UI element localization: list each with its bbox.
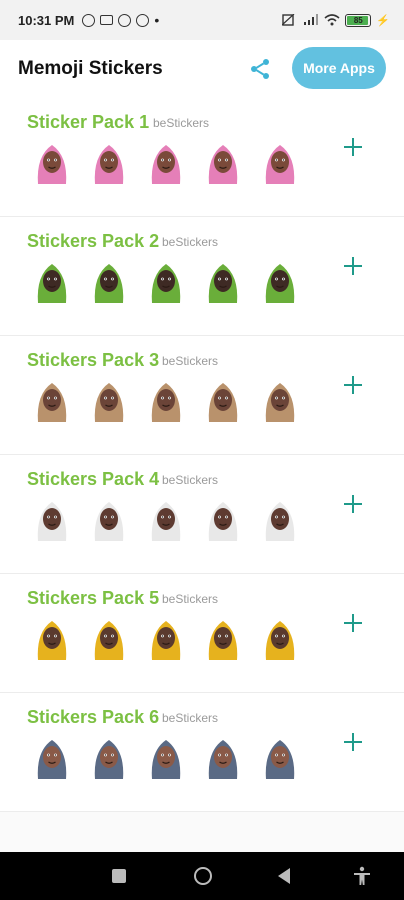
memoji-sticker-icon: [151, 383, 181, 422]
memoji-sticker-icon: [208, 264, 238, 303]
recents-button[interactable]: [112, 869, 126, 883]
memoji-sticker-icon: [151, 740, 181, 779]
status-bar: 10:31 PM • 85 ⚡: [0, 0, 404, 40]
notification-icon: [118, 13, 132, 27]
memoji-sticker-icon: [37, 145, 67, 184]
more-apps-button[interactable]: More Apps: [292, 47, 386, 89]
sticker-preview-row: [32, 259, 300, 303]
memoji-sticker-icon: [265, 502, 295, 541]
pack-title: Stickers Pack 6: [27, 707, 160, 727]
memoji-sticker-icon: [151, 145, 181, 184]
pack-author: beStickers: [162, 354, 219, 368]
memoji-sticker-icon: [94, 383, 124, 422]
add-pack-button[interactable]: [342, 612, 364, 634]
pack-author: beStickers: [162, 235, 219, 249]
memoji-sticker-icon: [37, 740, 67, 779]
add-pack-button[interactable]: [342, 374, 364, 396]
navigation-bar: [0, 852, 404, 900]
sticker-pack-row[interactable]: Sticker Pack 1 beStickers: [0, 98, 404, 217]
sticker-pack-row[interactable]: Stickers Pack 3 beStickers: [0, 336, 404, 455]
battery-icon: 85: [345, 13, 372, 27]
memoji-sticker-icon: [265, 740, 295, 779]
add-pack-button[interactable]: [342, 255, 364, 277]
pack-title: Stickers Pack 3: [27, 350, 160, 370]
memoji-sticker-icon: [208, 740, 238, 779]
memoji-sticker-icon: [94, 740, 124, 779]
screen-icon: [100, 15, 114, 25]
memoji-sticker-icon: [151, 264, 181, 303]
memoji-sticker-icon: [265, 264, 295, 303]
status-time: 10:31 PM: [18, 12, 75, 28]
memoji-sticker-icon: [94, 621, 124, 660]
sticker-preview-row: [32, 140, 300, 184]
sticker-preview-row: [32, 378, 300, 422]
memoji-sticker-icon: [265, 145, 295, 184]
memoji-sticker-icon: [37, 621, 67, 660]
memoji-sticker-icon: [151, 502, 181, 541]
memoji-sticker-icon: [265, 621, 295, 660]
memoji-sticker-icon: [94, 145, 124, 184]
add-pack-button[interactable]: [342, 731, 364, 753]
pack-author: beStickers: [162, 473, 219, 487]
sticker-pack-row[interactable]: Stickers Pack 6 beStickers: [0, 693, 404, 812]
share-icon: [251, 59, 269, 79]
signal-icon: [304, 14, 319, 25]
pack-author: beStickers: [162, 592, 219, 606]
memoji-sticker-icon: [94, 502, 124, 541]
more-dots-icon: •: [154, 12, 160, 28]
memoji-sticker-icon: [94, 264, 124, 303]
sticker-pack-list: Sticker Pack 1 beStickers Stickers Pack 2b…: [0, 98, 404, 812]
sticker-preview-row: [32, 735, 300, 779]
pack-title: Sticker Pack 1: [27, 112, 150, 132]
notification-icon-2: [136, 13, 150, 27]
charging-icon: ⚡: [376, 14, 390, 27]
sticker-pack-row[interactable]: Stickers Pack 2 beStickers: [0, 217, 404, 336]
memoji-sticker-icon: [208, 145, 238, 184]
memoji-sticker-icon: [151, 621, 181, 660]
pack-title: Stickers Pack 2: [27, 231, 160, 251]
alarm-icon: [82, 13, 96, 27]
share-button[interactable]: [246, 55, 274, 83]
add-pack-button[interactable]: [342, 493, 364, 515]
memoji-sticker-icon: [208, 621, 238, 660]
wifi-icon: [324, 14, 340, 26]
pack-author: beStickers: [162, 711, 219, 725]
memoji-sticker-icon: [37, 383, 67, 422]
memoji-sticker-icon: [37, 264, 67, 303]
memoji-sticker-icon: [208, 383, 238, 422]
pack-title: Stickers Pack 5: [27, 588, 160, 608]
back-button[interactable]: [278, 868, 290, 884]
sticker-preview-row: [32, 497, 300, 541]
memoji-sticker-icon: [265, 383, 295, 422]
add-pack-button[interactable]: [342, 136, 364, 158]
pack-title: Stickers Pack 4: [27, 469, 160, 489]
sticker-pack-row[interactable]: Stickers Pack 4 beStickers: [0, 455, 404, 574]
memoji-sticker-icon: [37, 502, 67, 541]
no-sim-icon: [282, 14, 295, 26]
pack-author: beStickers: [153, 116, 210, 130]
sticker-pack-row[interactable]: Stickers Pack 5 beStickers: [0, 574, 404, 693]
sticker-preview-row: [32, 616, 300, 660]
accessibility-icon[interactable]: [352, 866, 372, 886]
app-title: Memoji Stickers: [18, 58, 163, 79]
memoji-sticker-icon: [208, 502, 238, 541]
home-button[interactable]: [194, 867, 212, 885]
